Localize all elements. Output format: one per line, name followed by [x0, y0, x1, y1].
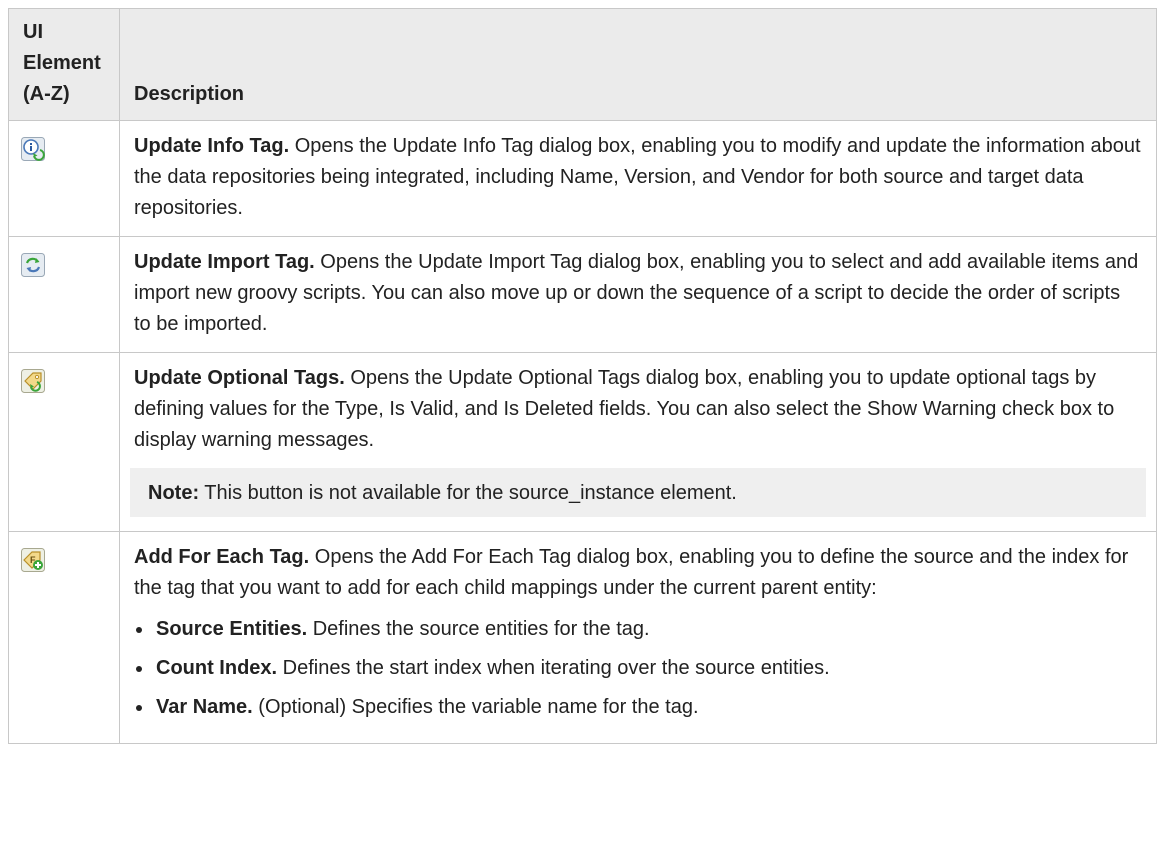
- row-title: Update Import Tag.: [134, 251, 315, 273]
- bullet-label: Count Index.: [156, 657, 278, 679]
- table-row: Update Optional Tags. Opens the Update O…: [8, 352, 1157, 532]
- description-cell: Update Info Tag. Opens the Update Info T…: [119, 120, 1157, 237]
- description-cell: Update Optional Tags. Opens the Update O…: [119, 352, 1157, 532]
- list-item: Count Index. Defines the start index whe…: [134, 653, 1142, 684]
- list-item: Var Name. (Optional) Specifies the varia…: [134, 692, 1142, 723]
- bullet-text: (Optional) Specifies the variable name f…: [252, 696, 699, 718]
- header-line: UI: [23, 21, 43, 43]
- table-header-row: UI Element (A-Z) Description: [8, 8, 1157, 121]
- row-title: Update Optional Tags.: [134, 367, 345, 389]
- description-cell: Add For Each Tag. Opens the Add For Each…: [119, 531, 1157, 744]
- row-title: Add For Each Tag.: [134, 546, 310, 568]
- note-label: Note:: [148, 482, 200, 504]
- table-row: F Add For Each Tag. Opens the Add For Ea…: [8, 531, 1157, 744]
- icon-cell: [8, 120, 120, 237]
- note-box: Note: This button is not available for t…: [130, 468, 1146, 517]
- header-line: Element: [23, 52, 101, 74]
- table-row: Update Info Tag. Opens the Update Info T…: [8, 120, 1157, 237]
- list-item: Source Entities. Defines the source enti…: [134, 614, 1142, 645]
- bullet-label: Source Entities.: [156, 618, 308, 640]
- row-title: Update Info Tag.: [134, 135, 290, 157]
- ui-elements-table: UI Element (A-Z) Description Update Info…: [8, 8, 1157, 744]
- row-description: Update Import Tag. Opens the Update Impo…: [134, 247, 1142, 340]
- bullet-text: Defines the source entities for the tag.: [307, 618, 650, 640]
- note-text: This button is not available for the sou…: [199, 482, 737, 504]
- header-line: (A-Z): [23, 83, 70, 105]
- bullet-list: Source Entities. Defines the source enti…: [134, 614, 1142, 723]
- update-info-tag-icon: [21, 137, 45, 161]
- description-cell: Update Import Tag. Opens the Update Impo…: [119, 236, 1157, 353]
- icon-cell: [8, 236, 120, 353]
- row-description: Update Optional Tags. Opens the Update O…: [134, 363, 1142, 456]
- add-for-each-tag-icon: F: [21, 548, 45, 572]
- column-header-ui-element: UI Element (A-Z): [8, 8, 120, 121]
- column-header-description: Description: [119, 8, 1157, 121]
- bullet-text: Defines the start index when iterating o…: [277, 657, 830, 679]
- update-import-tag-icon: [21, 253, 45, 277]
- table-row: Update Import Tag. Opens the Update Impo…: [8, 236, 1157, 353]
- icon-cell: F: [8, 531, 120, 744]
- icon-cell: [8, 352, 120, 532]
- row-description: Update Info Tag. Opens the Update Info T…: [134, 131, 1142, 224]
- row-description: Add For Each Tag. Opens the Add For Each…: [134, 542, 1142, 604]
- update-optional-tags-icon: [21, 369, 45, 393]
- bullet-label: Var Name.: [156, 696, 253, 718]
